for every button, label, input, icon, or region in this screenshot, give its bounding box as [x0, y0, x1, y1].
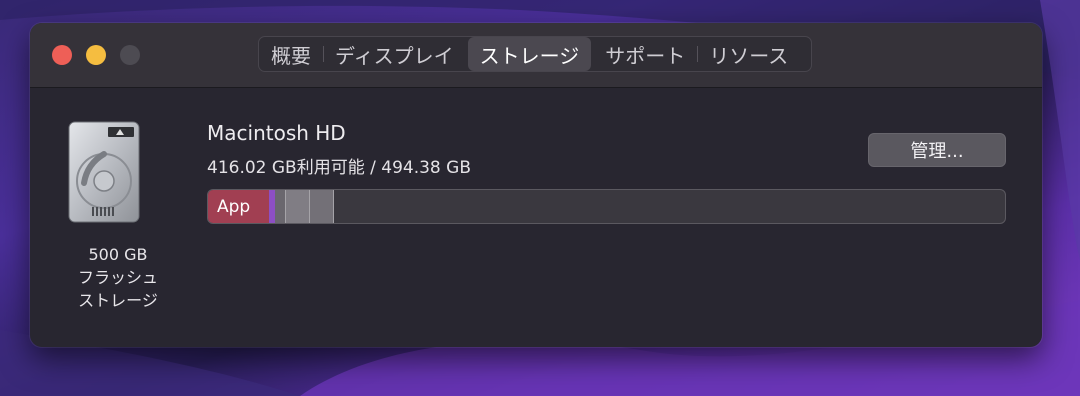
- tab-displays[interactable]: ディスプレイ: [323, 37, 466, 71]
- disk-type-line1: フラッシュ: [77, 268, 158, 287]
- storage-segment-gray-1: [275, 190, 285, 223]
- tab-storage[interactable]: ストレージ: [467, 37, 592, 71]
- title-bar: 概要 ディスプレイ ストレージ サポート リソース: [30, 23, 1042, 88]
- tab-overview[interactable]: 概要: [259, 37, 323, 71]
- volume-capacity: 416.02 GB利用可能 / 494.38 GB: [207, 158, 471, 178]
- minimize-button[interactable]: [86, 45, 106, 65]
- zoom-button[interactable]: [120, 45, 140, 65]
- tab-resources[interactable]: リソース: [697, 37, 800, 71]
- disk-type-line2: ストレージ: [78, 291, 158, 310]
- close-button[interactable]: [52, 45, 72, 65]
- storage-segment-app: App: [208, 190, 269, 223]
- about-this-mac-window: 概要 ディスプレイ ストレージ サポート リソース 500 GB フラッシュ ス…: [30, 23, 1042, 347]
- tab-bar: 概要 ディスプレイ ストレージ サポート リソース: [258, 36, 812, 72]
- storage-segment-gray-3: [310, 190, 334, 223]
- disk-size: 500 GB: [88, 245, 148, 264]
- manage-button[interactable]: 管理...: [868, 133, 1006, 167]
- tab-support[interactable]: サポート: [593, 37, 697, 71]
- hard-drive-icon: [68, 121, 140, 223]
- storage-segment-app-label: App: [217, 196, 251, 217]
- volume-name: Macintosh HD: [207, 121, 346, 145]
- storage-segment-gray-2: [285, 190, 310, 223]
- disk-description: 500 GB フラッシュ ストレージ: [60, 243, 176, 312]
- storage-usage-bar: App: [207, 189, 1006, 224]
